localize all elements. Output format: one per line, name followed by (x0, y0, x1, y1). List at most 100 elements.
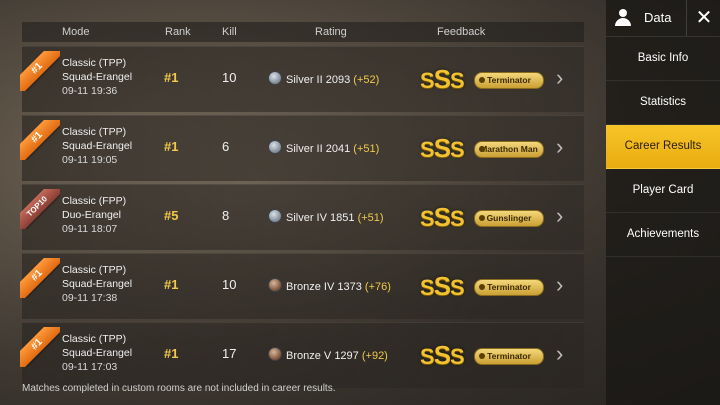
match-rating: Bronze V 1297 (+92) (268, 347, 388, 362)
match-info: Classic (TPP) Squad-Erangel 09-11 17:38 (62, 263, 132, 305)
grade-sss: SSS (420, 340, 465, 370)
match-rank: #1 (164, 346, 179, 361)
placement-ribbon: #1 (20, 327, 60, 367)
match-rating: Silver II 2093 (+52) (268, 71, 379, 86)
title-badge: Marathon Man (474, 141, 544, 158)
silver-rank-icon (268, 71, 282, 85)
bronze-rank-icon (268, 347, 282, 361)
sidebar-item-player-card[interactable]: Player Card (606, 169, 720, 213)
custom-room-footnote: Matches completed in custom rooms are no… (22, 383, 336, 394)
placement-ribbon: #1 (20, 258, 60, 298)
chevron-right-icon[interactable]: › (556, 342, 570, 366)
title-badge-label: Marathon Man (480, 144, 538, 154)
silver-rank-icon (268, 140, 282, 154)
badge-icon (479, 146, 485, 152)
sidebar-title: Data (644, 10, 672, 25)
header-rating: Rating (315, 26, 347, 38)
match-info: Classic (TPP) Squad-Erangel 09-11 19:05 (62, 125, 132, 167)
career-results-table: Mode Rank Kill Rating Feedback #1 Classi… (20, 22, 584, 388)
match-info: Classic (FPP) Duo-Erangel 09-11 18:07 (62, 194, 126, 236)
match-row[interactable]: #1 Classic (TPP) Squad-Erangel 09-11 17:… (20, 253, 584, 319)
header-kill: Kill (222, 26, 237, 38)
match-map: Squad-Erangel (62, 71, 133, 83)
match-kills: 17 (222, 346, 237, 361)
match-time: 09-11 19:05 (62, 154, 118, 166)
sidebar-item-basic-info[interactable]: Basic Info (606, 37, 720, 81)
rating-delta: (+52) (353, 74, 380, 86)
sidebar-item-achievements[interactable]: Achievements (606, 213, 720, 257)
match-mode: Classic (TPP) (62, 126, 127, 138)
match-kills: 10 (222, 277, 237, 292)
match-rating: Silver IV 1851 (+51) (268, 209, 384, 224)
match-time: 09-11 19:36 (62, 85, 118, 97)
match-row[interactable]: TOP10 Classic (FPP) Duo-Erangel 09-11 18… (20, 184, 584, 250)
match-map: Squad-Erangel (62, 347, 133, 359)
chevron-right-icon[interactable]: › (556, 204, 570, 228)
match-kills: 8 (222, 208, 230, 223)
match-map: Squad-Erangel (62, 278, 133, 290)
match-map: Duo-Erangel (62, 209, 121, 221)
rating-delta: (+51) (353, 143, 380, 155)
match-row[interactable]: #1 Classic (TPP) Squad-Erangel 09-11 19:… (20, 46, 584, 112)
title-badge: Terminator (474, 279, 544, 296)
header-rank: Rank (165, 26, 191, 38)
bronze-rank-icon (268, 278, 282, 292)
rating-score: 2041 (325, 143, 351, 155)
title-badge: Terminator (474, 72, 544, 89)
rating-score: 1851 (330, 212, 355, 224)
match-rank: #1 (164, 70, 179, 85)
tier-name: Bronze V (286, 350, 332, 362)
match-mode: Classic (TPP) (62, 57, 127, 69)
sidebar-header: Data ✕ (606, 0, 720, 37)
match-mode: Classic (TPP) (62, 264, 127, 276)
match-time: 09-11 17:03 (62, 361, 118, 373)
match-map: Squad-Erangel (62, 140, 133, 152)
badge-icon (479, 353, 485, 359)
placement-ribbon: TOP10 (20, 189, 60, 229)
match-time: 09-11 18:07 (62, 223, 118, 235)
badge-icon (479, 215, 485, 221)
match-time: 09-11 17:38 (62, 292, 118, 304)
match-kills: 6 (222, 139, 230, 154)
tier-name: Silver II (286, 74, 323, 86)
title-badge: Terminator (474, 348, 544, 365)
match-rating: Silver II 2041 (+51) (268, 140, 379, 155)
match-row[interactable]: #1 Classic (TPP) Squad-Erangel 09-11 19:… (20, 115, 584, 181)
chevron-right-icon[interactable]: › (556, 273, 570, 297)
table-header: Mode Rank Kill Rating Feedback (22, 22, 584, 42)
badge-icon (479, 77, 485, 83)
match-mode: Classic (FPP) (62, 195, 127, 207)
grade-sss: SSS (420, 133, 465, 163)
sidebar-item-statistics[interactable]: Statistics (606, 81, 720, 125)
grade-sss: SSS (420, 271, 465, 301)
close-button[interactable]: ✕ (686, 0, 720, 36)
chevron-right-icon[interactable]: › (556, 66, 570, 90)
title-badge-label: Terminator (487, 282, 531, 292)
match-kills: 10 (222, 70, 237, 85)
title-badge-label: Terminator (487, 75, 531, 85)
grade-sss: SSS (420, 202, 465, 232)
title-badge-label: Terminator (487, 351, 531, 361)
silver-rank-icon (268, 209, 282, 223)
grade-sss: SSS (420, 64, 465, 94)
rating-delta: (+76) (364, 281, 391, 293)
match-rank: #1 (164, 277, 179, 292)
placement-ribbon: #1 (20, 120, 60, 160)
match-rank: #1 (164, 139, 179, 154)
tier-name: Bronze IV (286, 281, 335, 293)
chevron-right-icon[interactable]: › (556, 135, 570, 159)
placement-ribbon: #1 (20, 51, 60, 91)
rating-score: 2093 (325, 74, 351, 86)
rating-delta: (+51) (357, 212, 384, 224)
header-mode: Mode (62, 26, 90, 38)
rating-delta: (+92) (361, 350, 388, 362)
data-sidebar: Data ✕ Basic Info Statistics Career Resu… (606, 0, 720, 405)
match-row[interactable]: #1 Classic (TPP) Squad-Erangel 09-11 17:… (20, 322, 584, 388)
title-badge: Gunslinger (474, 210, 544, 227)
match-rating: Bronze IV 1373 (+76) (268, 278, 391, 293)
header-feedback: Feedback (437, 26, 486, 38)
tier-name: Silver II (286, 143, 323, 155)
badge-icon (479, 284, 485, 290)
match-rank: #5 (164, 208, 179, 223)
sidebar-item-career-results[interactable]: Career Results (606, 125, 720, 169)
